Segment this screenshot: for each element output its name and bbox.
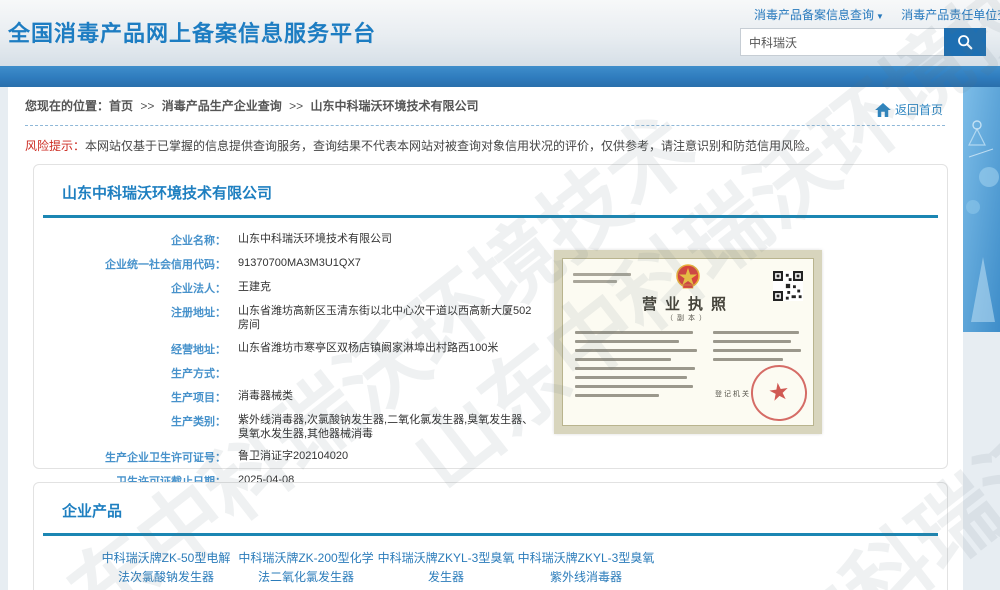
red-seal-stamp: ★ xyxy=(747,361,810,424)
page: 全国消毒产品网上备案信息服务平台 消毒产品备案信息查询▼ 消毒产品责任单位查询 xyxy=(0,0,1000,590)
search-bar xyxy=(740,28,986,56)
back-home-link[interactable]: 返回首页 xyxy=(875,101,943,118)
breadcrumb-separator: >> xyxy=(140,99,154,113)
breadcrumb: 您现在的位置：首页 >> 消毒产品生产企业查询 >> 山东中科瑞沃环境技术有限公… xyxy=(25,97,478,114)
product-link[interactable]: 中科瑞沃牌ZK-50型电解法次氯酸钠发生器 xyxy=(96,549,236,586)
field-label: 企业统一社会信用代码： xyxy=(34,252,226,276)
license-text-line xyxy=(713,358,783,361)
license-text-line xyxy=(713,331,799,334)
seal-star-icon: ★ xyxy=(767,380,792,407)
breadcrumb-separator: >> xyxy=(289,99,303,113)
table-row: 生产类别：紫外线消毒器,次氯酸钠发生器,二氧化氯发生器,臭氧发生器、臭氧水发生器… xyxy=(34,409,538,446)
license-code-lines xyxy=(573,273,631,287)
license-left-fields xyxy=(575,331,700,403)
table-row: 生产项目：消毒器械类 xyxy=(34,385,538,409)
main-content: 您现在的位置：首页 >> 消毒产品生产企业查询 >> 山东中科瑞沃环境技术有限公… xyxy=(8,87,963,590)
field-label: 注册地址： xyxy=(34,300,226,337)
breadcrumb-current: 山东中科瑞沃环境技术有限公司 xyxy=(310,99,478,113)
product-link[interactable]: 中科瑞沃牌ZK-200型化学法二氧化氯发生器 xyxy=(236,549,376,586)
license-text-line xyxy=(573,273,631,276)
field-value: 消毒器械类 xyxy=(226,385,538,409)
site-title: 全国消毒产品网上备案信息服务平台 xyxy=(8,16,376,48)
top-header: 全国消毒产品网上备案信息服务平台 消毒产品备案信息查询▼ 消毒产品责任单位查询 xyxy=(0,0,1000,66)
license-text-line xyxy=(713,340,791,343)
field-value: 鲁卫消证字202104020 xyxy=(226,445,538,469)
chevron-down-icon: ▼ xyxy=(876,12,884,21)
qr-code xyxy=(773,271,803,301)
search-icon xyxy=(956,33,974,51)
field-value: 紫外线消毒器,次氯酸钠发生器,二氧化氯发生器,臭氧发生器、臭氧水发生器,其他器械… xyxy=(226,409,538,446)
license-text-line xyxy=(575,376,687,379)
license-text-line xyxy=(575,358,671,361)
product-links: 中科瑞沃牌ZK-50型电解法次氯酸钠发生器 中科瑞沃牌ZK-200型化学法二氧化… xyxy=(96,549,947,586)
risk-notice-text: 本网站仅基于已掌握的信息提供查询服务，查询结果不代表本网站对被查询对象信用状况的… xyxy=(85,139,817,153)
license-issuer-label: 登记机关 xyxy=(715,389,751,399)
table-row: 生产企业卫生许可证号：鲁卫消证字202104020 xyxy=(34,445,538,469)
table-row: 生产方式： xyxy=(34,361,538,385)
company-title: 山东中科瑞沃环境技术有限公司 xyxy=(62,182,947,203)
panel-divider xyxy=(43,533,938,536)
products-title: 企业产品 xyxy=(62,500,947,521)
license-text-line xyxy=(575,340,679,343)
breadcrumb-row: 您现在的位置：首页 >> 消毒产品生产企业查询 >> 山东中科瑞沃环境技术有限公… xyxy=(8,87,963,118)
nav-link-unit-query[interactable]: 消毒产品责任单位查询 xyxy=(901,8,1000,22)
field-label: 生产方式： xyxy=(34,361,226,385)
field-value: 山东省潍坊高新区玉清东街以北中心次干道以西高新大厦502房间 xyxy=(226,300,538,337)
business-license-inner: 营业执照 （副本） xyxy=(562,258,814,426)
table-row: 企业名称：山东中科瑞沃环境技术有限公司 xyxy=(34,228,538,252)
field-label: 经营地址： xyxy=(34,337,226,361)
license-subtitle: （副本） xyxy=(563,313,813,323)
table-row: 注册地址：山东省潍坊高新区玉清东街以北中心次干道以西高新大厦502房间 xyxy=(34,300,538,337)
company-products-panel: 企业产品 中科瑞沃牌ZK-50型电解法次氯酸钠发生器 中科瑞沃牌ZK-200型化… xyxy=(33,482,948,590)
risk-notice-label: 风险提示： xyxy=(25,139,85,153)
field-value: 山东省潍坊市寒亭区双杨店镇阚家淋埠出村路西100米 xyxy=(226,337,538,361)
company-info-panel: 山东中科瑞沃环境技术有限公司 企业名称：山东中科瑞沃环境技术有限公司 企业统一社… xyxy=(33,164,948,469)
field-label: 企业法人： xyxy=(34,276,226,300)
field-value: 山东中科瑞沃环境技术有限公司 xyxy=(226,228,538,252)
header-tools: 消毒产品备案信息查询▼ 消毒产品责任单位查询 xyxy=(740,6,986,56)
header-blue-bar xyxy=(0,66,1000,87)
field-label: 生产企业卫生许可证号： xyxy=(34,445,226,469)
license-right-fields xyxy=(713,331,805,367)
license-text-line xyxy=(575,367,695,370)
field-label: 企业名称： xyxy=(34,228,226,252)
license-text-line xyxy=(575,331,693,334)
product-link[interactable]: 中科瑞沃牌ZKYL-3型臭氧紫外线消毒器 xyxy=(516,549,656,586)
field-value: 王建克 xyxy=(226,276,538,300)
license-text-line xyxy=(575,385,693,388)
national-emblem-icon xyxy=(673,263,703,291)
risk-notice: 风险提示：本网站仅基于已掌握的信息提供查询服务，查询结果不代表本网站对被查询对象… xyxy=(25,137,946,154)
product-link[interactable]: 中科瑞沃牌ZKYL-3型臭氧发生器 xyxy=(376,549,516,586)
table-row: 企业统一社会信用代码：91370700MA3M3U1QX7 xyxy=(34,252,538,276)
company-fields-table: 企业名称：山东中科瑞沃环境技术有限公司 企业统一社会信用代码：91370700M… xyxy=(34,228,538,493)
panel-divider xyxy=(43,215,938,218)
field-value xyxy=(226,361,538,385)
field-value: 91370700MA3M3U1QX7 xyxy=(226,252,538,276)
header-nav: 消毒产品备案信息查询▼ 消毒产品责任单位查询 xyxy=(740,6,986,23)
search-input[interactable] xyxy=(740,28,944,56)
business-license-image: 营业执照 （副本） xyxy=(554,250,822,434)
home-icon xyxy=(875,103,891,117)
field-label: 生产项目： xyxy=(34,385,226,409)
nav-link-record-query[interactable]: 消毒产品备案信息查询▼ xyxy=(754,8,884,22)
table-row: 经营地址：山东省潍坊市寒亭区双杨店镇阚家淋埠出村路西100米 xyxy=(34,337,538,361)
dashed-divider xyxy=(25,125,945,126)
breadcrumb-prefix: 您现在的位置： xyxy=(25,99,109,113)
breadcrumb-category-link[interactable]: 消毒产品生产企业查询 xyxy=(162,99,282,113)
search-button[interactable] xyxy=(944,28,986,56)
field-label: 生产类别： xyxy=(34,409,226,446)
license-text-line xyxy=(575,349,697,352)
breadcrumb-home-link[interactable]: 首页 xyxy=(109,99,133,113)
license-text-line xyxy=(573,280,617,283)
license-text-line xyxy=(575,394,659,397)
table-row: 企业法人：王建克 xyxy=(34,276,538,300)
chemistry-banner-image xyxy=(963,87,1000,332)
license-text-line xyxy=(713,349,801,352)
